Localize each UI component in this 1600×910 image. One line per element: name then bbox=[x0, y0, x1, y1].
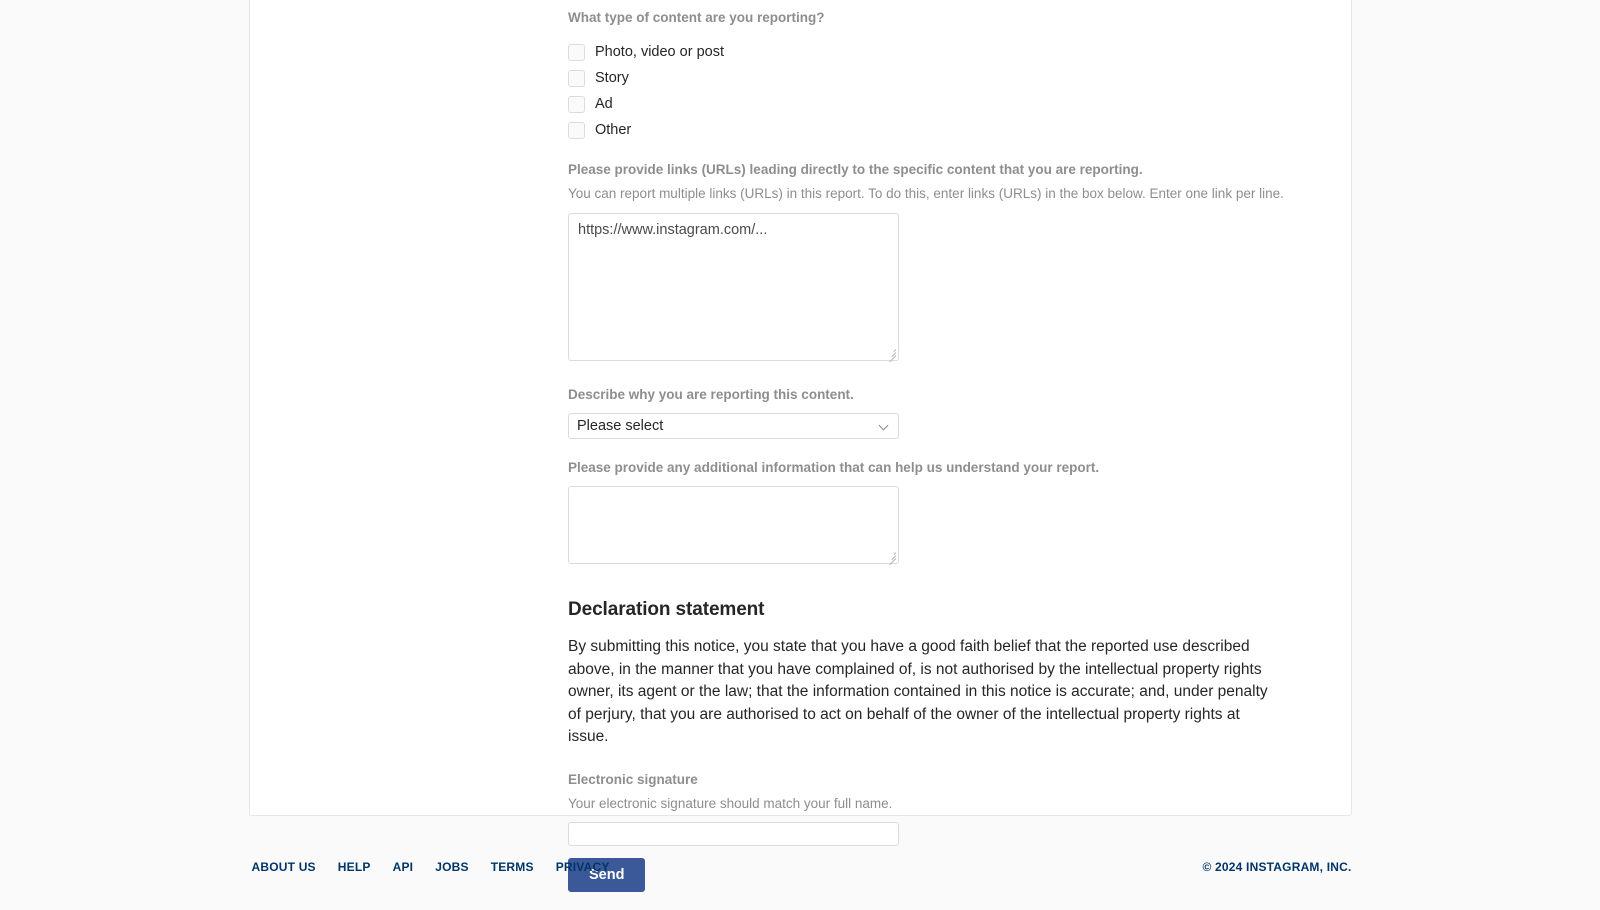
checkbox-option-other[interactable]: Other bbox=[568, 117, 1328, 143]
chevron-down-icon bbox=[880, 422, 889, 431]
footer-link-privacy[interactable]: PRIVACY bbox=[556, 860, 610, 874]
footer-copyright: © 2024 INSTAGRAM, INC. bbox=[1202, 860, 1352, 874]
checkbox-icon[interactable] bbox=[568, 43, 585, 61]
links-help-text: You can report multiple links (URLs) in … bbox=[568, 186, 1284, 201]
footer-links: ABOUT US HELP API JOBS TERMS PRIVACY bbox=[252, 860, 610, 874]
links-label: Please provide links (URLs) leading dire… bbox=[568, 162, 1143, 177]
checkbox-icon[interactable] bbox=[568, 95, 585, 113]
additional-info-textarea-wrapper bbox=[568, 477, 899, 566]
links-textarea-wrapper bbox=[568, 203, 899, 363]
checkbox-option-story[interactable]: Story bbox=[568, 65, 1328, 91]
declaration-title: Declaration statement bbox=[568, 599, 765, 620]
signature-help-text: Your electronic signature should match y… bbox=[568, 795, 893, 811]
report-form-card: What type of content are you reporting? … bbox=[249, 0, 1352, 892]
reason-select-value[interactable]: Please select bbox=[568, 413, 899, 439]
checkbox-label: Ad bbox=[595, 96, 613, 112]
links-textarea[interactable] bbox=[568, 213, 899, 361]
signature-input[interactable] bbox=[568, 821, 899, 846]
footer-link-jobs[interactable]: JOBS bbox=[435, 860, 468, 874]
footer-link-terms[interactable]: TERMS bbox=[491, 860, 534, 874]
checkbox-label: Photo, video or post bbox=[595, 44, 724, 60]
checkbox-label: Other bbox=[595, 122, 632, 138]
report-form: What type of content are you reporting? … bbox=[568, 9, 1328, 892]
reason-label: Describe why you are reporting this cont… bbox=[568, 387, 854, 402]
checkbox-option-ad[interactable]: Ad bbox=[568, 91, 1328, 117]
signature-label: Electronic signature bbox=[568, 771, 698, 787]
reason-select[interactable]: Please select bbox=[568, 413, 899, 439]
checkbox-label: Story bbox=[595, 70, 629, 86]
additional-info-label: Please provide any additional informatio… bbox=[568, 460, 1100, 475]
footer-link-about-us[interactable]: ABOUT US bbox=[252, 860, 316, 874]
checkbox-icon[interactable] bbox=[568, 121, 585, 139]
page-footer: ABOUT US HELP API JOBS TERMS PRIVACY © 2… bbox=[0, 860, 1600, 894]
page-root: What type of content are you reporting? … bbox=[0, 0, 1600, 910]
footer-link-help[interactable]: HELP bbox=[338, 860, 371, 874]
content-type-label: What type of content are you reporting? bbox=[568, 10, 825, 25]
checkbox-icon[interactable] bbox=[568, 69, 585, 87]
content-type-checkbox-group: Photo, video or post Story Ad Other bbox=[568, 39, 1328, 143]
footer-link-api[interactable]: API bbox=[393, 860, 414, 874]
declaration-body: By submitting this notice, you state tha… bbox=[568, 638, 1268, 746]
checkbox-option-photo-video-post[interactable]: Photo, video or post bbox=[568, 39, 1328, 65]
additional-info-textarea[interactable] bbox=[568, 486, 899, 564]
